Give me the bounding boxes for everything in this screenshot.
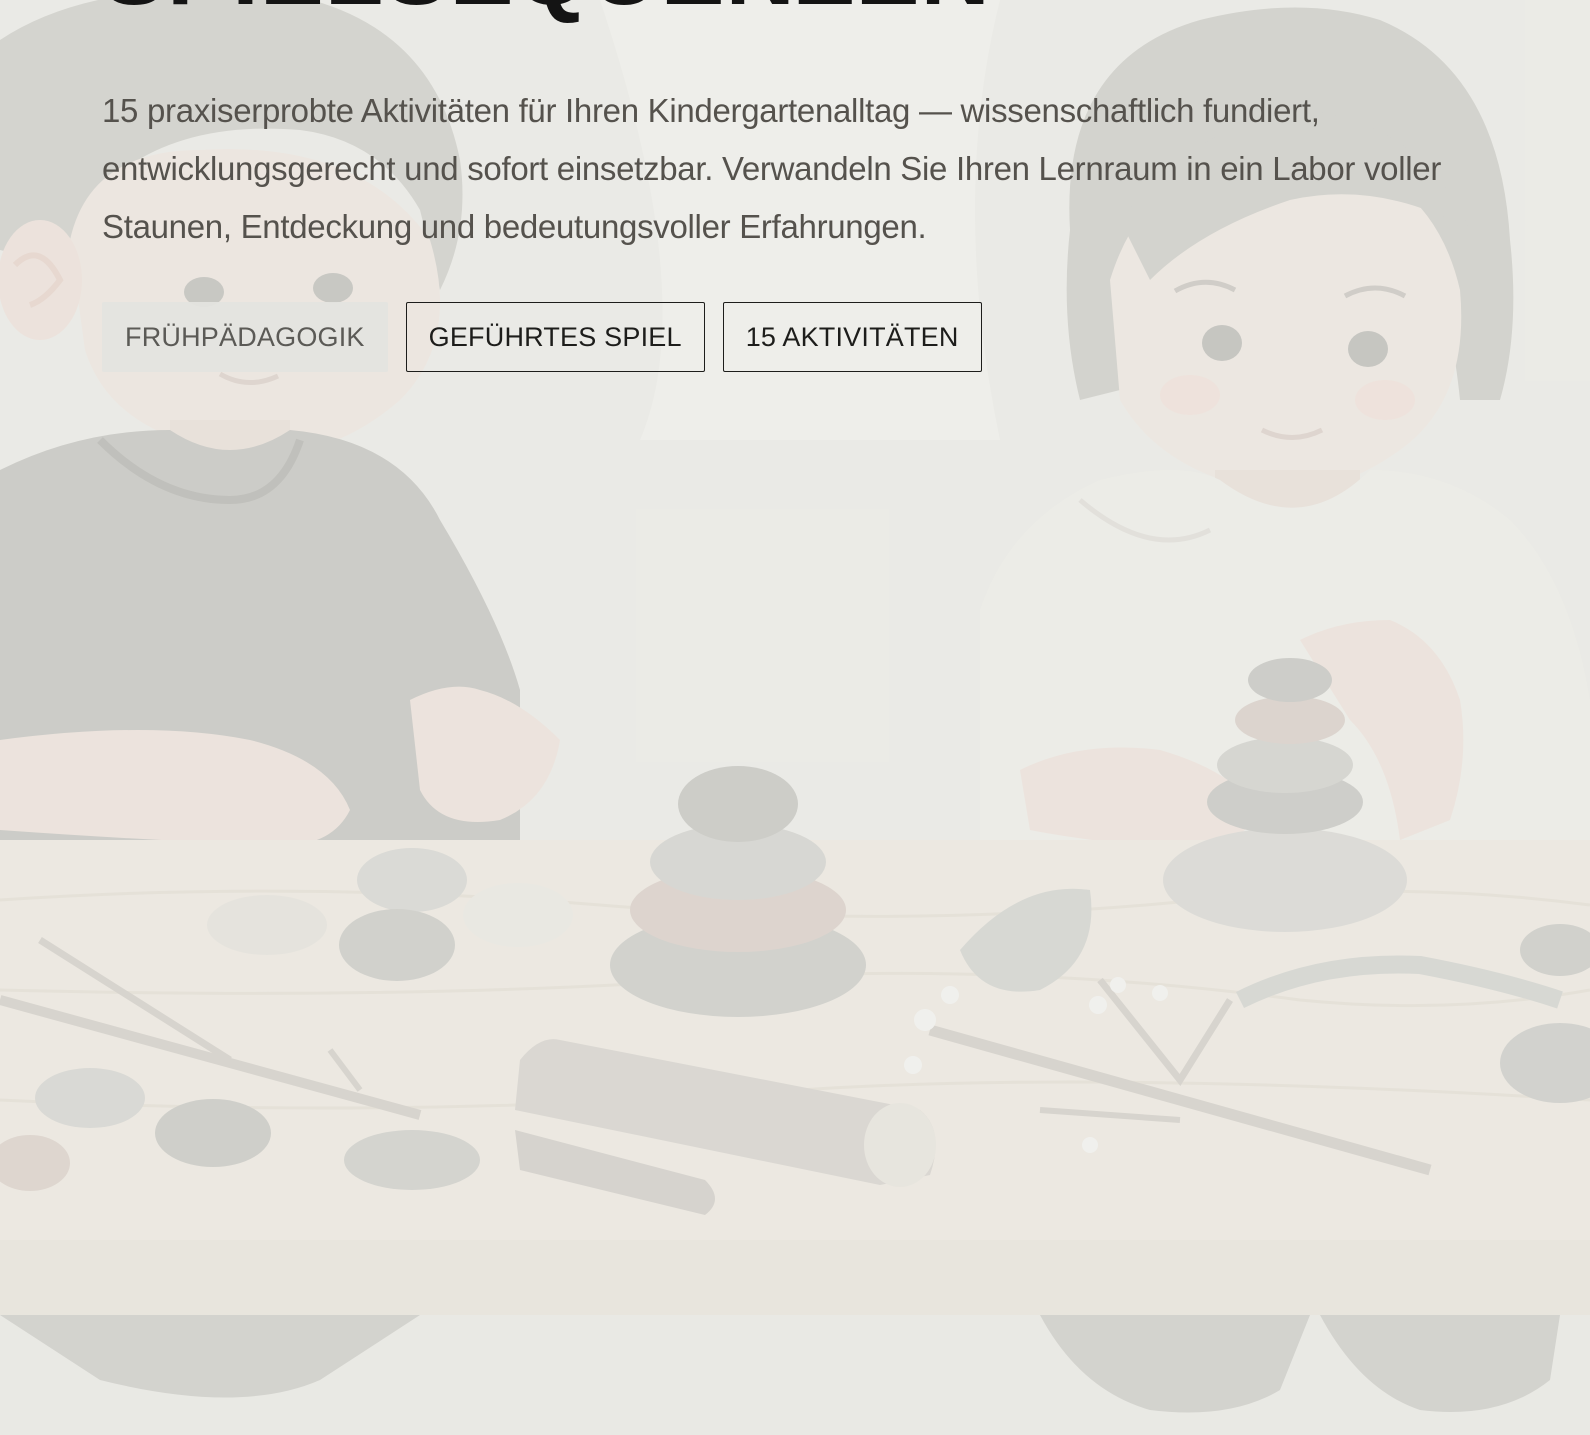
- hero-section: SPIELSEQUENZEN 15 praxiserprobte Aktivit…: [0, 0, 1590, 1435]
- tag-gefuehrtes-spiel[interactable]: GEFÜHRTES SPIEL: [405, 302, 705, 372]
- page-title: SPIELSEQUENZEN: [102, 0, 991, 22]
- tag-15-aktivitaeten[interactable]: 15 AKTIVITÄTEN: [722, 302, 982, 372]
- hero-subtitle: 15 praxiserprobte Aktivitäten für Ihren …: [102, 92, 1442, 245]
- tag-fruehpaedagogik[interactable]: FRÜHPÄDAGOGIK: [102, 302, 388, 372]
- tag-list: FRÜHPÄDAGOGIK GEFÜHRTES SPIEL 15 AKTIVIT…: [102, 302, 982, 372]
